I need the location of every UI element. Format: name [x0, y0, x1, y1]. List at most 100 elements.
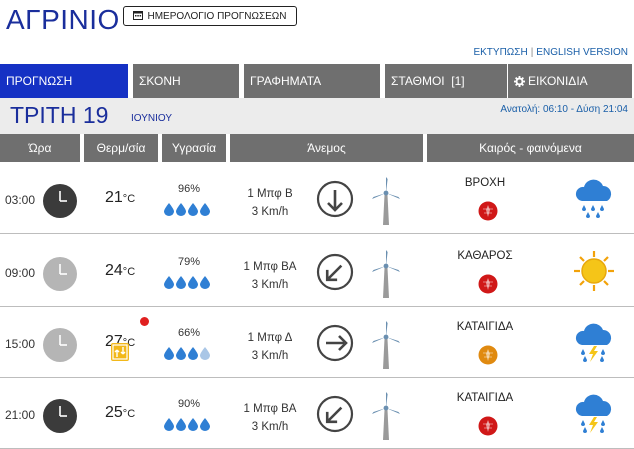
row-humidity: 79%: [178, 256, 201, 268]
wind-direction-arrow-icon: [316, 180, 354, 218]
row-time: 15:00: [5, 337, 36, 351]
tab-icons-label: ΕΙΚΟΝΙΔΙΑ: [528, 74, 588, 88]
row-wind: 1 Μπφ ΒΑ 3 Km/h: [238, 258, 302, 294]
temperature-value: 21: [105, 189, 123, 206]
wind-direction-arrow-icon: [316, 324, 354, 362]
column-header-time: Ώρα: [0, 134, 80, 162]
row-weather: ΒΡΟΧΗ: [464, 177, 506, 189]
rain-cloud-icon: [573, 177, 615, 219]
row-time: 03:00: [5, 193, 36, 207]
top-links: ΕΚΤΥΠΩΣΗ | ENGLISH VERSION: [473, 47, 628, 58]
row-temperature: 25°C: [105, 404, 135, 422]
wind-speed: 3 Km/h: [251, 279, 289, 291]
warning-badge-icon[interactable]: [478, 345, 498, 365]
column-header-temperature: Θερμ/σία: [84, 134, 158, 162]
link-separator: |: [530, 47, 534, 58]
humidity-drop-icon: [188, 418, 198, 436]
wind-turbine-icon: [370, 175, 402, 225]
temperature-unit: °C: [122, 408, 136, 420]
day-month: ΙΟΥΝΙΟΥ: [131, 113, 173, 124]
column-header-humidity: Υγρασία: [162, 134, 226, 162]
day-name: ΤΡΙΤΗ 19: [10, 102, 109, 128]
wind-beaufort: 1 Μπφ Β: [247, 188, 293, 200]
wind-speed: 3 Km/h: [251, 421, 289, 433]
row-weather: ΚΑΘΑΡΟΣ: [457, 250, 513, 262]
tab-dust[interactable]: ΣΚΟΝΗ: [133, 64, 239, 98]
humidity-drop-icon: [200, 203, 210, 221]
humidity-drops: [164, 203, 210, 221]
humidity-drop-icon: [164, 203, 174, 221]
row-wind: 1 Μπφ ΒΑ 3 Km/h: [238, 400, 302, 436]
humidity-drop-icon: [188, 276, 198, 294]
main-tabs: ΠΡΟΓΝΩΣΗ ΣΚΟΝΗ ΓΡΑΦΗΜΑΤΑ ΣΤΑΘΜΟΙ [1] ΕΙΚ…: [0, 64, 634, 98]
forecast-row: 21:00 25°C 90% 1 Μπφ ΒΑ 3 Km/h ΚΑΤΑΙΓΙΔΑ: [0, 378, 634, 449]
humidity-drop-icon: [188, 203, 198, 221]
humidity-drops: [164, 276, 210, 294]
humidity-drop-icon: [200, 418, 210, 436]
temperature-unit: °C: [122, 266, 136, 278]
wind-turbine-icon: [370, 319, 402, 369]
humidity-drop-icon: [164, 347, 174, 365]
humidity-drop-icon: [176, 203, 186, 221]
forecast-calendar-button[interactable]: ΗΜΕΡΟΛΟΓΙΟ ΠΡΟΓΝΩΣΕΩΝ: [123, 6, 297, 26]
calendar-button-label: ΗΜΕΡΟΛΟΓΙΟ ΠΡΟΓΝΩΣΕΩΝ: [147, 10, 287, 22]
wind-direction-arrow-icon: [316, 395, 354, 433]
column-header-weather: Καιρός - φαινόμενα: [427, 134, 634, 162]
row-humidity: 66%: [178, 327, 201, 339]
wind-speed: 3 Km/h: [251, 206, 289, 218]
forecast-row: 03:00 21°C 96% 1 Μπφ Β 3 Km/h ΒΡΟΧΗ: [0, 163, 634, 234]
wind-speed: 3 Km/h: [251, 350, 289, 362]
english-version-link[interactable]: ENGLISH VERSION: [536, 47, 628, 58]
wind-beaufort: 1 Μπφ ΒΑ: [243, 403, 297, 415]
gear-icon: [514, 75, 525, 87]
clock-icon: [42, 256, 78, 292]
clock-icon: [42, 398, 78, 434]
wind-beaufort: 1 Μπφ Δ: [247, 332, 293, 344]
thunderstorm-icon: [573, 321, 615, 363]
row-temperature: 21°C: [105, 189, 135, 207]
clock-icon: [42, 183, 78, 219]
row-humidity: 90%: [178, 398, 201, 410]
city-title: ΑΓΡΙΝΙΟ: [6, 4, 120, 35]
wind-beaufort: 1 Μπφ ΒΑ: [243, 261, 297, 273]
wind-turbine-icon: [370, 248, 402, 298]
humidity-drop-icon: [164, 418, 174, 436]
tab-charts[interactable]: ΓΡΑΦΗΜΑΤΑ: [244, 64, 380, 98]
row-time: 09:00: [5, 266, 36, 280]
humidity-drop-icon: [164, 276, 174, 294]
sunrise-sunset: Ανατολή: 06:10 - Δύση 21:04: [500, 104, 628, 115]
humidity-drops: [164, 418, 210, 436]
warning-badge-icon[interactable]: [478, 416, 498, 436]
forecast-row: 15:00 27°C 66% 1 Μπφ Δ3 Km/h ΚΑΤΑΙΓΙΔΑ: [0, 307, 634, 378]
temperature-value: 25: [105, 404, 123, 421]
warning-badge-icon[interactable]: [478, 274, 498, 294]
row-wind: 1 Μπφ Β 3 Km/h: [238, 185, 302, 221]
heat-warning-icon[interactable]: [111, 343, 129, 361]
warning-badge-icon[interactable]: [478, 201, 498, 221]
tab-icons[interactable]: ΕΙΚΟΝΙΔΙΑ: [508, 64, 632, 98]
row-humidity: 96%: [178, 183, 201, 195]
humidity-drops: [164, 347, 210, 365]
wind-direction-arrow-icon: [316, 253, 354, 291]
humidity-drop-icon: [200, 347, 210, 365]
humidity-drop-icon: [176, 418, 186, 436]
calendar-icon: [133, 10, 144, 23]
humidity-drop-icon: [188, 347, 198, 365]
humidity-drop-icon: [200, 276, 210, 294]
row-temperature: 24°C: [105, 262, 135, 280]
temperature-value: 24: [105, 262, 123, 279]
sun-icon: [573, 250, 615, 292]
temperature-unit: °C: [122, 193, 136, 205]
row-time: 21:00: [5, 408, 36, 422]
column-header-wind: Άνεμος: [230, 134, 423, 162]
print-link[interactable]: ΕΚΤΥΠΩΣΗ: [473, 47, 527, 58]
clock-icon: [42, 327, 78, 363]
tab-stations[interactable]: ΣΤΑΘΜΟΙ [1]: [385, 64, 507, 98]
humidity-drop-icon: [176, 276, 186, 294]
wind-turbine-icon: [370, 390, 402, 440]
tab-forecast[interactable]: ΠΡΟΓΝΩΣΗ: [0, 64, 128, 98]
alert-dot-icon: [140, 317, 149, 326]
day-header: ΤΡΙΤΗ 19 ΙΟΥΝΙΟΥ Ανατολή: 06:10 - Δύση 2…: [0, 98, 634, 134]
row-weather: ΚΑΤΑΙΓΙΔΑ: [456, 321, 514, 333]
row-wind: 1 Μπφ Δ 3 Km/h: [238, 329, 302, 365]
